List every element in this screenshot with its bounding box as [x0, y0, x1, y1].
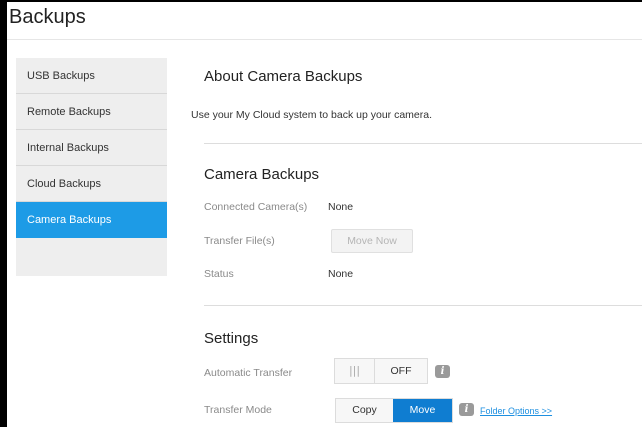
section-divider	[204, 305, 642, 306]
sidebar-item-camera-backups[interactable]: Camera Backups	[16, 202, 167, 238]
page-title: Backups	[9, 6, 86, 28]
status-label: Status	[204, 268, 234, 280]
automatic-transfer-toggle[interactable]: ||| OFF	[334, 358, 428, 384]
connected-cameras-value: None	[328, 201, 354, 213]
toggle-grip: |||	[335, 359, 375, 383]
move-mode-button[interactable]: Move	[393, 399, 452, 422]
sidebar-item-remote-backups[interactable]: Remote Backups	[16, 94, 167, 130]
settings-section-title: Settings	[204, 330, 259, 347]
about-description: Use your My Cloud system to back up your…	[191, 109, 433, 121]
move-now-button[interactable]: Move Now	[331, 229, 413, 253]
camera-section-title: Camera Backups	[204, 166, 320, 183]
automatic-transfer-label: Automatic Transfer	[204, 367, 293, 379]
info-icon[interactable]: i	[435, 365, 450, 378]
connected-cameras-label: Connected Camera(s)	[204, 201, 308, 213]
about-section-title: About Camera Backups	[204, 68, 363, 85]
status-value: None	[328, 268, 354, 280]
info-icon[interactable]: i	[459, 403, 474, 416]
sidebar-item-cloud-backups[interactable]: Cloud Backups	[16, 166, 167, 202]
copy-mode-button[interactable]: Copy	[336, 399, 393, 422]
transfer-files-label: Transfer File(s)	[204, 235, 275, 247]
app-frame: Backups USB Backups Remote Backups Inter…	[0, 0, 642, 427]
page-header: Backups	[7, 2, 642, 40]
sidebar-item-internal-backups[interactable]: Internal Backups	[16, 130, 167, 166]
transfer-mode-selector: Copy Move	[335, 398, 453, 423]
toggle-state: OFF	[390, 365, 412, 377]
sidebar-item-usb-backups[interactable]: USB Backups	[16, 58, 167, 94]
transfer-mode-label: Transfer Mode	[204, 404, 272, 416]
folder-options-link[interactable]: Folder Options >>	[480, 406, 552, 416]
sidebar: USB Backups Remote Backups Internal Back…	[16, 58, 167, 276]
section-divider	[204, 143, 642, 144]
